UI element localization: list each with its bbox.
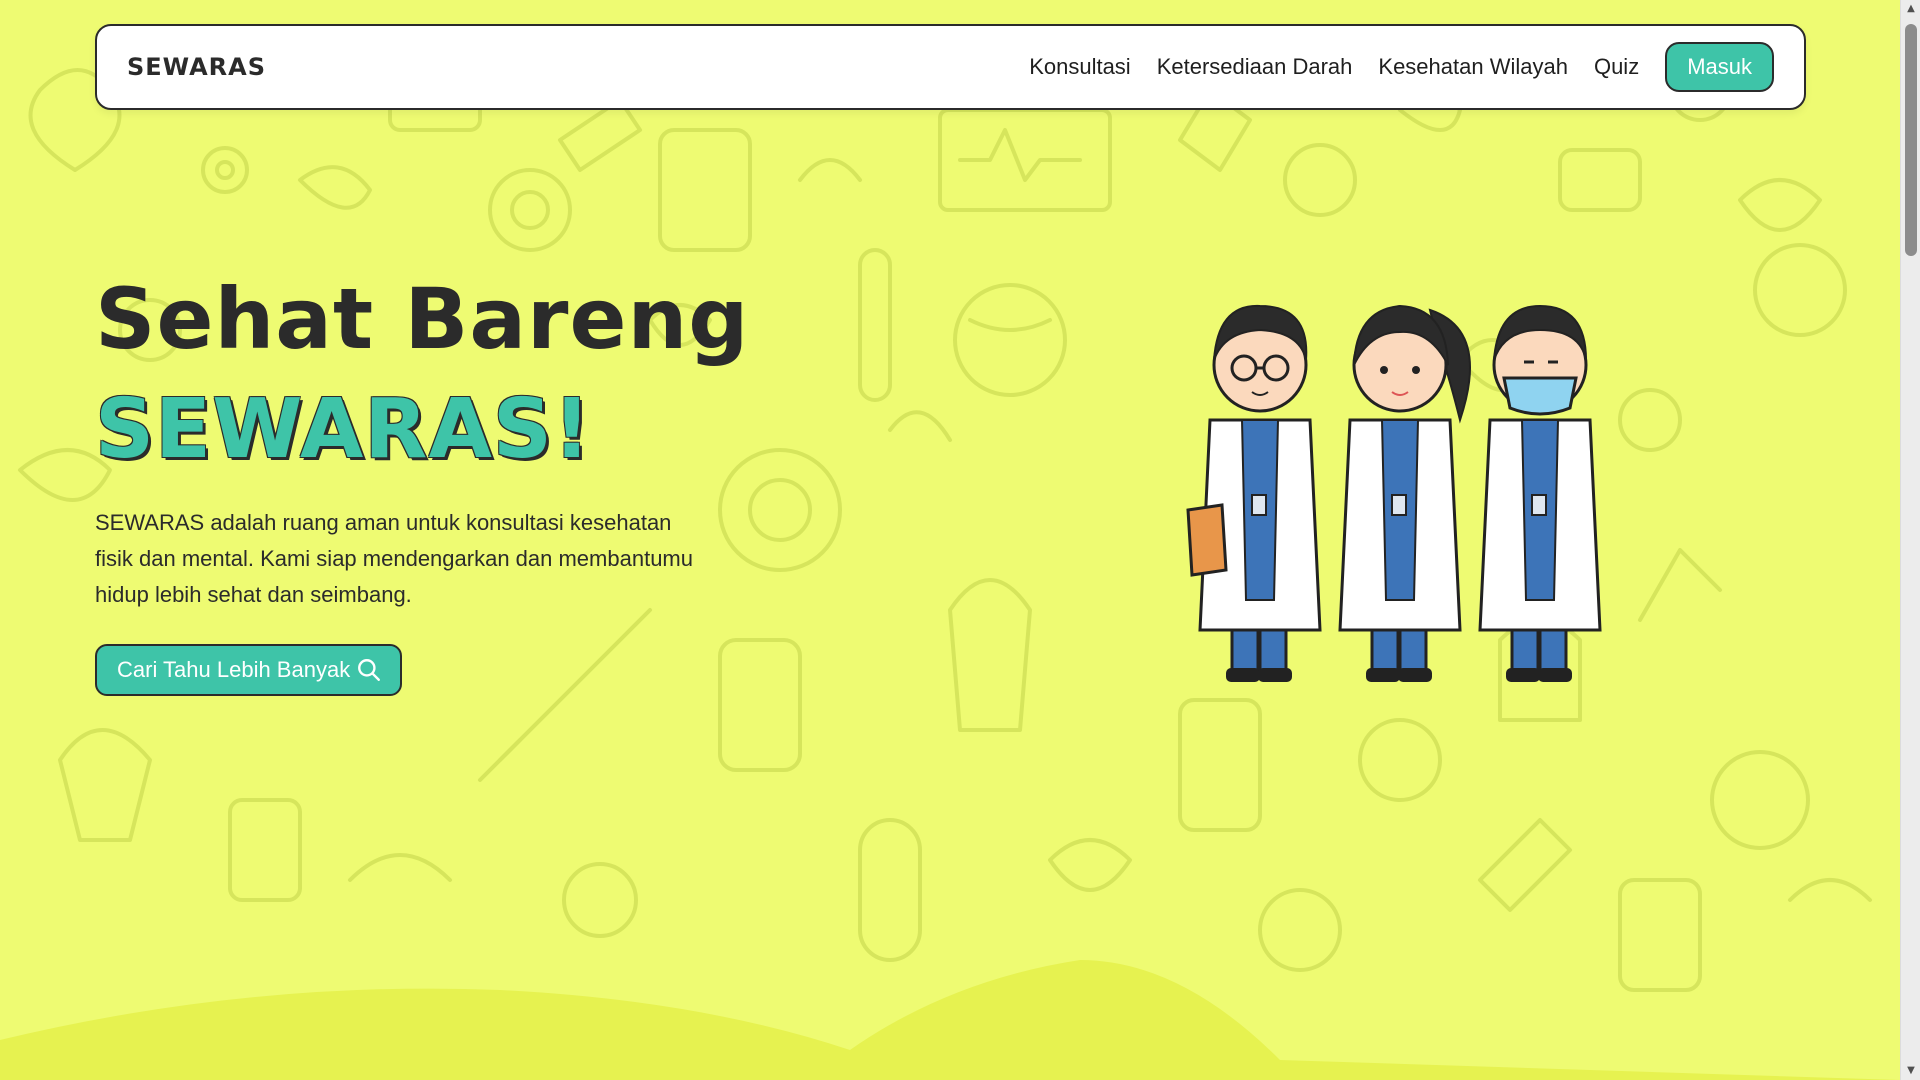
- learn-more-label: Cari Tahu Lebih Banyak: [117, 657, 351, 682]
- nav-links: Konsultasi Ketersediaan Darah Kesehatan …: [1029, 42, 1774, 92]
- scroll-down-arrow-icon[interactable]: ▼: [1901, 1062, 1920, 1080]
- doctor-with-glasses: [1186, 304, 1322, 682]
- doctors-illustration: [1186, 304, 1602, 682]
- doctor-with-ponytail: [1338, 304, 1471, 682]
- nav-link-kesehatan-wilayah[interactable]: Kesehatan Wilayah: [1378, 54, 1568, 80]
- brand-logo[interactable]: SEWARAS: [127, 53, 266, 81]
- hero-title: Sehat Bareng: [95, 270, 750, 368]
- scroll-thumb[interactable]: [1905, 24, 1917, 256]
- hero-description: SEWARAS adalah ruang aman untuk konsulta…: [95, 510, 693, 607]
- bottom-wave: [0, 960, 1900, 1080]
- nav-link-quiz[interactable]: Quiz: [1594, 54, 1639, 80]
- vertical-scrollbar[interactable]: ▲ ▼: [1900, 0, 1920, 1080]
- nav-link-konsultasi[interactable]: Konsultasi: [1029, 54, 1131, 80]
- nav-link-ketersediaan-darah[interactable]: Ketersediaan Darah: [1157, 54, 1353, 80]
- login-button[interactable]: Masuk: [1665, 42, 1774, 92]
- learn-more-button[interactable]: Cari Tahu Lebih Banyak: [95, 644, 403, 696]
- search-icon: [358, 659, 381, 681]
- hero-title-brand: SEWARAS!: [95, 382, 592, 477]
- scroll-up-arrow-icon[interactable]: ▲: [1901, 0, 1920, 18]
- doctor-with-mask: [1478, 304, 1602, 682]
- navbar: SEWARAS Konsultasi Ketersediaan Darah Ke…: [95, 24, 1806, 110]
